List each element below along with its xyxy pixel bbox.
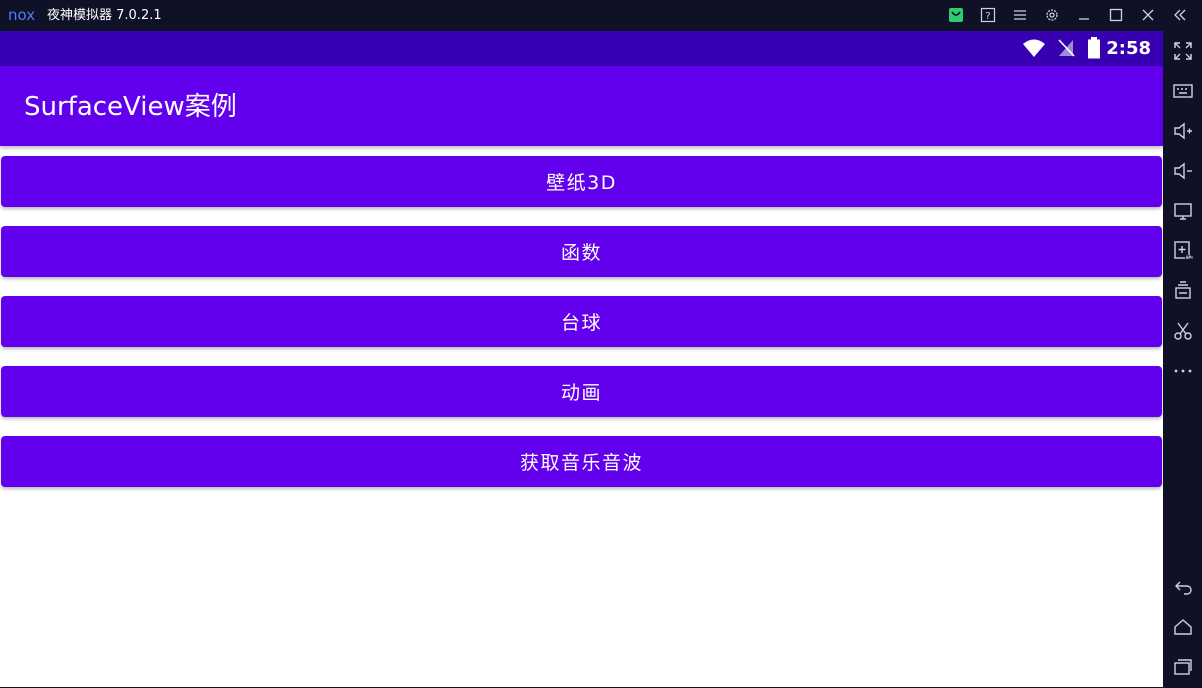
volume-down-icon[interactable] [1172,160,1194,182]
app-toolbar: SurfaceView案例 [0,66,1163,146]
recent-apps-icon[interactable] [1172,656,1194,678]
android-status-bar: 2:58 [0,31,1163,66]
svg-text:nox: nox [8,6,35,24]
status-clock: 2:58 [1106,38,1151,59]
home-icon[interactable] [1172,616,1194,638]
function-button[interactable]: 函数 [1,226,1162,277]
install-apk-icon[interactable] [1172,240,1194,262]
minimize-icon[interactable] [1076,7,1092,23]
store-icon[interactable] [948,7,964,23]
animation-button[interactable]: 动画 [1,366,1162,417]
battery-icon [1088,37,1100,59]
android-screen: 2:58 SurfaceView案例 壁纸3D 函数 台球 动画 获取音乐音波 [0,31,1163,687]
wifi-icon [1023,39,1045,57]
maximize-icon[interactable] [1108,7,1124,23]
collapse-sidebar-icon[interactable] [1172,7,1188,23]
fullscreen-icon[interactable] [1172,40,1194,62]
screen-display-icon[interactable] [1172,200,1194,222]
no-signal-icon [1058,39,1075,57]
keyboard-icon[interactable] [1172,80,1194,102]
wallpaper-3d-button[interactable]: 壁纸3D [1,156,1162,207]
app-title: SurfaceView案例 [24,92,237,122]
settings-gear-icon[interactable] [1044,7,1060,23]
volume-up-icon[interactable] [1172,120,1194,142]
menu-icon[interactable] [1012,7,1028,23]
svg-text:?: ? [985,11,990,22]
scissors-screenshot-icon[interactable] [1172,320,1194,342]
back-icon[interactable] [1172,576,1194,598]
music-waveform-button[interactable]: 获取音乐音波 [1,436,1162,487]
close-icon[interactable] [1140,7,1156,23]
help-icon[interactable]: ? [980,7,996,23]
more-options-icon[interactable] [1172,360,1194,382]
emulator-title-bar: nox 夜神模拟器 7.0.2.1 ? [0,0,1202,31]
multi-instance-icon[interactable] [1172,280,1194,302]
billiards-button[interactable]: 台球 [1,296,1162,347]
emulator-side-toolbar [1163,31,1202,688]
window-title: 夜神模拟器 7.0.2.1 [47,8,162,23]
nox-logo: nox [8,6,35,24]
